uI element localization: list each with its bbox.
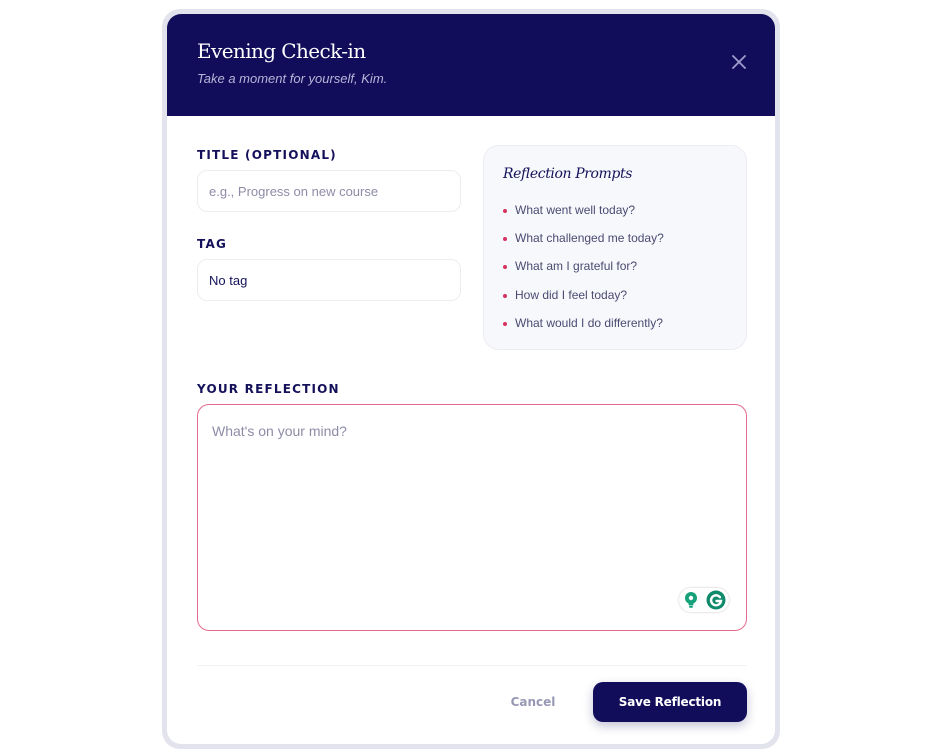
prompt-item: How did I feel today? (503, 288, 664, 316)
cancel-button[interactable]: Cancel (493, 690, 573, 714)
reflection-prompts-list: What went well today? What challenged me… (503, 203, 664, 344)
tag-field-label: TAG (197, 237, 227, 251)
tag-select-value: No tag (209, 272, 248, 288)
bullet-icon (503, 265, 507, 270)
prompt-text: How did I feel today? (515, 287, 628, 302)
modal-header: Evening Check-in Take a moment for yours… (167, 14, 775, 116)
title-field-label: TITLE (OPTIONAL) (197, 148, 337, 162)
bullet-icon (503, 209, 507, 213)
close-button[interactable] (727, 50, 751, 74)
reflection-textarea[interactable] (197, 404, 747, 631)
prompt-item: What went well today? (503, 203, 664, 231)
tag-select[interactable]: No tag (197, 259, 461, 301)
bullet-icon (503, 293, 507, 298)
bullet-icon (503, 321, 507, 326)
prompt-item: What am I grateful for? (503, 259, 664, 287)
reflection-prompts-card: Reflection Prompts What went well today?… (483, 145, 747, 350)
title-input[interactable] (197, 170, 461, 212)
grammarly-icon[interactable] (706, 590, 726, 610)
prompt-text: What went well today? (515, 203, 636, 217)
reflection-prompts-title: Reflection Prompts (503, 166, 632, 182)
prompt-item: What would I do differently? (503, 316, 664, 344)
prompt-item: What challenged me today? (503, 231, 664, 259)
footer-divider (197, 665, 747, 666)
prompt-text: What am I grateful for? (515, 259, 638, 274)
evening-checkin-modal: Evening Check-in Take a moment for yours… (167, 14, 775, 744)
grammarly-widget[interactable] (679, 588, 729, 612)
modal-title: Evening Check-in (197, 39, 366, 63)
save-reflection-button[interactable]: Save Reflection (593, 682, 747, 722)
prompt-text: What would I do differently? (515, 315, 663, 330)
bullet-icon (503, 237, 507, 242)
modal-subtitle: Take a moment for yourself, Kim. (197, 71, 388, 86)
prompt-text: What challenged me today? (515, 231, 664, 246)
modal-backdrop-frame: Evening Check-in Take a moment for yours… (162, 9, 780, 749)
close-icon (732, 55, 746, 69)
reflection-field-label: YOUR REFLECTION (197, 382, 340, 396)
lightbulb-icon[interactable] (682, 591, 700, 609)
